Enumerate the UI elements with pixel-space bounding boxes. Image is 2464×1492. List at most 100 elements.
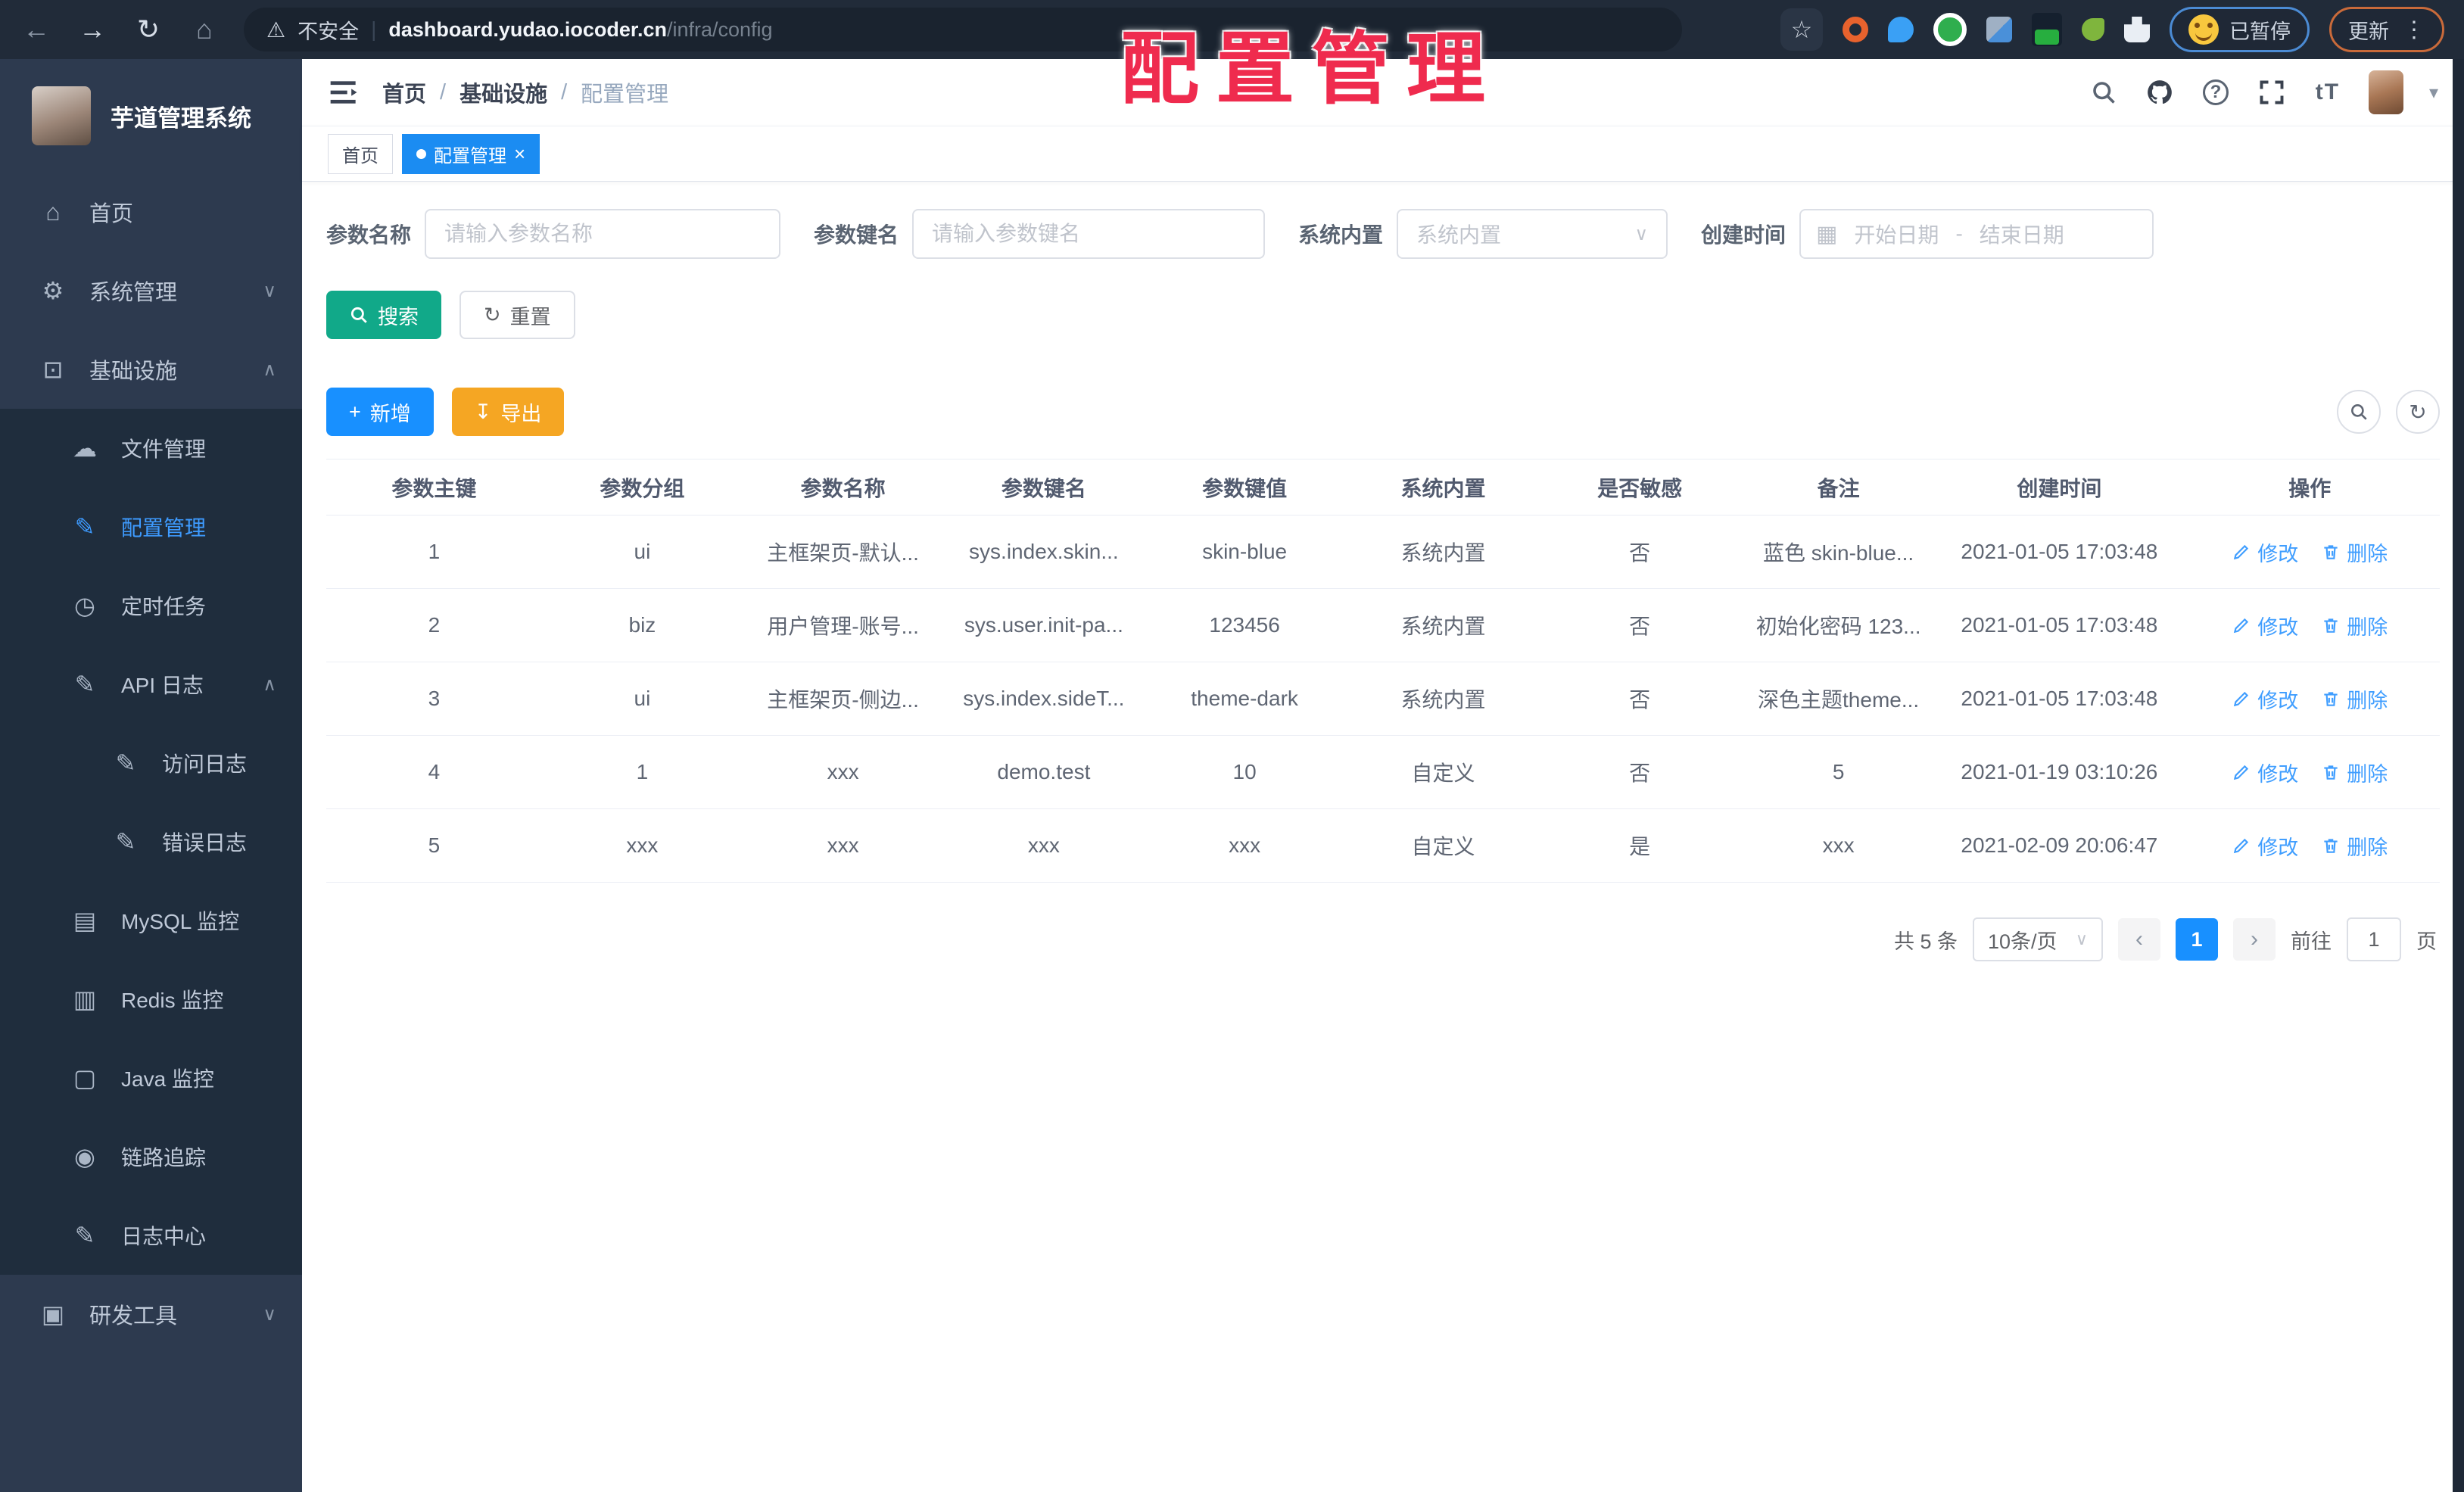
app-logo-image xyxy=(32,86,91,145)
chevron-down-icon: ∨ xyxy=(263,1304,276,1325)
extension-on-badge-icon[interactable] xyxy=(2032,13,2062,46)
cell-builtin: 自定义 xyxy=(1411,762,1475,785)
sidebar-item-job[interactable]: ◷ 定时任务 xyxy=(0,566,302,645)
edit-link[interactable]: 修改 xyxy=(2232,611,2298,640)
prev-icon: ‹ xyxy=(2135,927,2143,952)
edit-link-label: 修改 xyxy=(2257,615,2299,639)
page-url: dashboard.yudao.iocoder.cn/infra/config xyxy=(388,18,772,42)
delete-link[interactable]: 删除 xyxy=(2321,537,2388,567)
cell-name: xxx xyxy=(827,833,859,857)
reset-button[interactable]: ↻ 重置 xyxy=(459,291,575,339)
sidebar-item-api-log[interactable]: ✎ API 日志 ∧ xyxy=(0,645,302,724)
update-button[interactable]: 更新 ⋮ xyxy=(2329,7,2444,52)
extension-green-icon[interactable] xyxy=(1933,13,1967,46)
fullscreen-icon[interactable] xyxy=(2257,77,2287,107)
security-label[interactable]: 不安全 xyxy=(297,15,359,45)
home-icon: ⌂ xyxy=(45,198,61,226)
browser-home-icon[interactable]: ⌂ xyxy=(188,14,221,45)
pen-icon xyxy=(2234,618,2249,634)
breadcrumb-home[interactable]: 首页 xyxy=(382,76,426,108)
delete-link-label: 删除 xyxy=(2347,615,2388,639)
delete-link[interactable]: 删除 xyxy=(2321,684,2388,714)
search-button-label: 搜索 xyxy=(378,305,419,329)
edit-link[interactable]: 修改 xyxy=(2232,831,2298,861)
paused-badge-label: 已暂停 xyxy=(2229,20,2291,43)
search-reset-row: 搜索 ↻ 重置 xyxy=(326,291,2440,339)
export-button[interactable]: ↧ 导出 xyxy=(451,388,565,436)
bookmark-star-icon[interactable]: ☆ xyxy=(1780,8,1823,51)
sidebar-item-trace[interactable]: ◉ 链路追踪 xyxy=(0,1117,302,1196)
github-icon[interactable] xyxy=(2145,77,2175,107)
sidebar-item-log-center[interactable]: ✎ 日志中心 xyxy=(0,1196,302,1275)
browser-back-icon[interactable]: ← xyxy=(20,14,53,45)
cell-actions: 修改 删除 xyxy=(2180,831,2440,861)
column-header: 参数名称 xyxy=(800,476,886,500)
extension-pin-icon[interactable] xyxy=(1888,17,1914,42)
sidebar-item-home[interactable]: ⌂ 首页 xyxy=(0,173,302,251)
browser-reload-icon[interactable]: ↻ xyxy=(132,14,165,45)
sidebar-item-label: 研发工具 xyxy=(89,1304,178,1328)
browser-forward-icon[interactable]: → xyxy=(76,14,109,45)
cell-sensitive: 是 xyxy=(1629,835,1651,858)
browser-menu-icon[interactable]: ⋮ xyxy=(2403,17,2425,43)
browser-extensions-area: ☆ 已暂停 更新 ⋮ xyxy=(1780,7,2444,52)
edit-link[interactable]: 修改 xyxy=(2232,758,2298,787)
goto-page-input[interactable] xyxy=(2347,917,2401,961)
param-key-input[interactable] xyxy=(912,209,1266,259)
delete-link[interactable]: 删除 xyxy=(2321,758,2388,787)
refresh-table-button[interactable]: ↻ xyxy=(2396,390,2440,434)
extension-grid-icon[interactable] xyxy=(1986,17,2012,42)
add-button[interactable]: + 新增 xyxy=(326,388,434,436)
delete-link-label: 删除 xyxy=(2347,836,2388,859)
extension-leaf-icon[interactable] xyxy=(2082,18,2104,41)
cell-created: 2021-01-05 17:03:48 xyxy=(1961,613,2158,637)
extensions-puzzle-icon[interactable] xyxy=(2124,17,2150,42)
sidebar-item-file[interactable]: ☁ 文件管理 xyxy=(0,409,302,487)
app-title: 芋道管理系统 xyxy=(111,104,251,132)
sidebar-item-config[interactable]: ✎ 配置管理 xyxy=(0,487,302,566)
breadcrumb-parent[interactable]: 基础设施 xyxy=(459,76,547,108)
sidebar-item-java[interactable]: ▢ Java 监控 xyxy=(0,1039,302,1117)
paused-badge[interactable]: 已暂停 xyxy=(2170,7,2310,52)
filter-form: 参数名称 参数键名 系统内置 系统内置 ∨ 创建时间 ▦ 开始日期 - 结束日期 xyxy=(326,209,2440,259)
edit-link[interactable]: 修改 xyxy=(2232,537,2298,567)
toggle-search-button[interactable] xyxy=(2337,390,2381,434)
cell-sensitive: 否 xyxy=(1629,615,1651,638)
page-number-current[interactable]: 1 xyxy=(2176,918,2218,961)
delete-link[interactable]: 删除 xyxy=(2321,611,2388,640)
pen-icon xyxy=(2234,765,2249,780)
extension-orange-icon[interactable] xyxy=(1843,17,1868,42)
font-size-icon[interactable]: tT xyxy=(2313,77,2343,107)
builtin-select[interactable]: 系统内置 ∨ xyxy=(1397,209,1668,259)
sidebar-logo[interactable]: 芋道管理系统 xyxy=(0,59,302,173)
hamburger-icon[interactable] xyxy=(328,76,361,109)
sidebar-item-dev-tools[interactable]: ▣ 研发工具 ∨ xyxy=(0,1275,302,1353)
breadcrumb-separator: / xyxy=(440,79,447,104)
date-range-picker[interactable]: ▦ 开始日期 - 结束日期 xyxy=(1799,209,2154,259)
help-icon[interactable]: ? xyxy=(2201,77,2231,107)
edit-link[interactable]: 修改 xyxy=(2232,684,2298,714)
close-icon[interactable]: × xyxy=(514,144,525,164)
delete-link[interactable]: 删除 xyxy=(2321,831,2388,861)
avatar-caret-icon[interactable]: ▾ xyxy=(2429,82,2438,104)
page-size-select[interactable]: 10条/页 ∨ xyxy=(1973,917,2103,961)
tag-label: 首页 xyxy=(342,145,378,167)
prev-page-button[interactable]: ‹ xyxy=(2118,918,2160,961)
sidebar-item-infra[interactable]: ⊡ 基础设施 ∧ xyxy=(0,330,302,409)
tag-config-active[interactable]: 配置管理 × xyxy=(402,133,540,174)
param-name-input[interactable] xyxy=(425,209,781,259)
table-header-row: 参数主键 参数分组 参数名称 参数键名 参数键值 系统内置 是否敏感 备注 创建… xyxy=(326,459,2440,516)
search-icon[interactable] xyxy=(2089,77,2119,107)
sidebar-item-label: MySQL 监控 xyxy=(121,910,240,933)
trash-icon xyxy=(2324,692,2338,706)
sidebar-item-system[interactable]: ⚙ 系统管理 ∨ xyxy=(0,251,302,330)
sidebar-item-error-log[interactable]: ✎ 错误日志 xyxy=(0,802,302,881)
sidebar-item-redis[interactable]: ▥ Redis 监控 xyxy=(0,960,302,1039)
sidebar-item-mysql[interactable]: ▤ MySQL 监控 xyxy=(0,881,302,960)
next-page-button[interactable]: › xyxy=(2233,918,2276,961)
sidebar-item-access-log[interactable]: ✎ 访问日志 xyxy=(0,724,302,802)
window-scrollbar[interactable] xyxy=(2453,59,2464,1492)
user-avatar[interactable] xyxy=(2368,70,2403,114)
search-button[interactable]: 搜索 xyxy=(326,291,441,339)
tag-home[interactable]: 首页 xyxy=(328,133,393,174)
